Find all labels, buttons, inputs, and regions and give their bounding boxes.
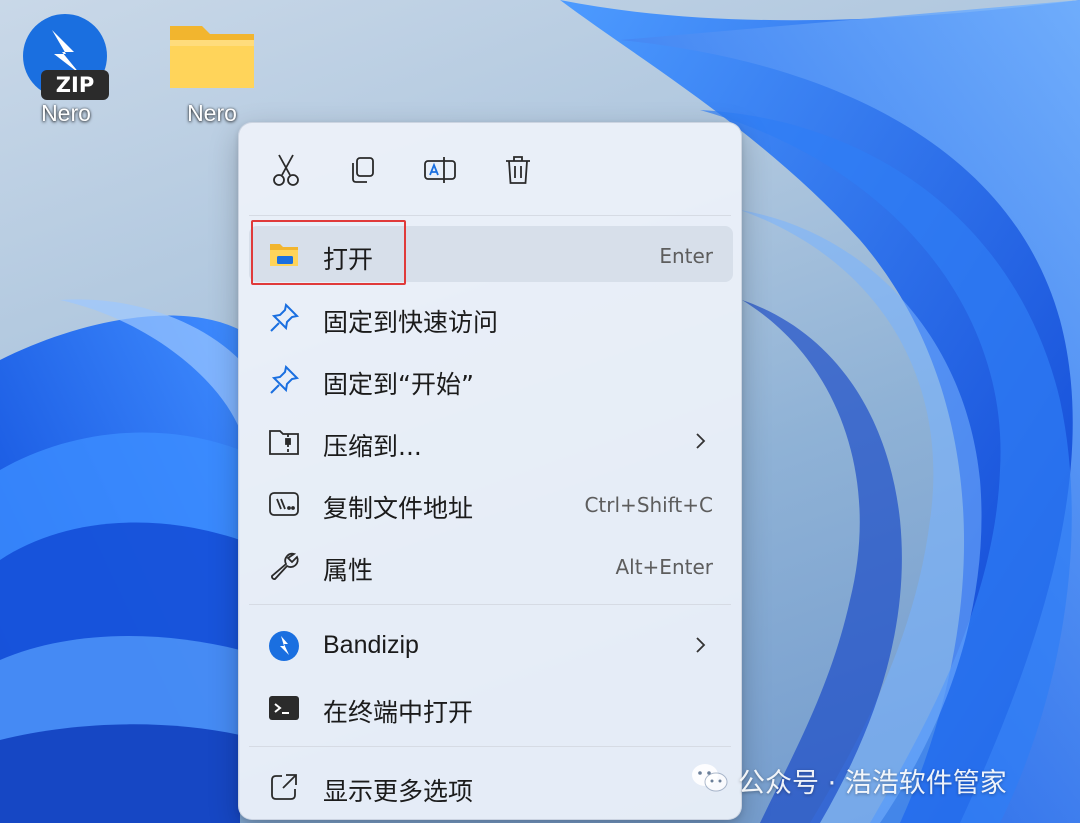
menu-item-label: 固定到快速访问 — [323, 308, 499, 337]
pin-icon — [267, 363, 301, 397]
copy-button[interactable] — [339, 149, 385, 195]
menu-item-pin-quick-access[interactable]: 固定到快速访问 — [249, 289, 733, 345]
desktop-icon-label: Nero — [41, 100, 91, 126]
folder-icon — [162, 12, 262, 98]
pin-icon — [267, 301, 301, 335]
context-menu: 打开 Enter 固定到快速访问 固定到“开始” 压缩到... 复制文件地址 C… — [238, 122, 742, 820]
chevron-right-icon — [693, 635, 707, 655]
menu-item-label: 固定到“开始” — [323, 370, 474, 399]
menu-item-show-more-options[interactable]: 显示更多选项 — [249, 758, 733, 814]
watermark: 公众号 · 浩浩软件管家 — [690, 760, 1007, 800]
folder-open-icon — [267, 238, 301, 272]
copy-icon — [346, 154, 378, 190]
zip-folder-icon — [267, 425, 301, 459]
menu-item-shortcut: Alt+Enter — [615, 555, 713, 579]
chevron-right-icon — [693, 431, 707, 451]
rename-button[interactable] — [417, 149, 463, 195]
wrench-icon — [267, 549, 301, 583]
menu-item-copy-path[interactable]: 复制文件地址 Ctrl+Shift+C — [249, 475, 733, 531]
menu-item-open[interactable]: 打开 Enter — [249, 226, 733, 282]
trash-icon — [503, 154, 533, 190]
menu-divider — [249, 215, 731, 216]
terminal-icon — [267, 691, 301, 725]
menu-item-label: 在终端中打开 — [323, 698, 474, 727]
show-more-icon — [267, 770, 301, 804]
menu-item-label: 打开 — [323, 245, 374, 274]
menu-item-label: 复制文件地址 — [323, 494, 474, 523]
desktop-icon-zip[interactable]: ZIP Nero — [16, 12, 116, 127]
menu-divider — [249, 604, 731, 605]
menu-item-label: 压缩到... — [323, 432, 422, 461]
menu-divider — [249, 746, 731, 747]
watermark-text: 公众号 · 浩浩软件管家 — [738, 767, 1007, 799]
menu-item-shortcut: Enter — [659, 244, 713, 268]
svg-text:ZIP: ZIP — [56, 73, 94, 97]
menu-item-bandizip[interactable]: Bandizip — [249, 617, 733, 673]
wechat-icon — [690, 761, 730, 799]
menu-item-label: 属性 — [323, 556, 374, 585]
context-menu-toolbar — [239, 123, 741, 215]
desktop-icon-folder[interactable]: Nero — [162, 12, 262, 127]
rename-icon — [422, 154, 458, 190]
cut-button[interactable] — [263, 149, 309, 195]
scissors-icon — [270, 153, 302, 191]
bandizip-icon — [267, 629, 301, 663]
copy-path-icon — [267, 487, 301, 521]
menu-item-properties[interactable]: 属性 Alt+Enter — [249, 537, 733, 593]
menu-item-shortcut: Ctrl+Shift+C — [584, 493, 713, 517]
menu-item-open-terminal[interactable]: 在终端中打开 — [249, 679, 733, 735]
delete-button[interactable] — [495, 149, 541, 195]
menu-item-label: Bandizip — [323, 631, 419, 659]
menu-item-compress-to[interactable]: 压缩到... — [249, 413, 733, 469]
menu-item-label: 显示更多选项 — [323, 777, 474, 806]
menu-item-pin-start[interactable]: 固定到“开始” — [249, 351, 733, 407]
bandizip-zip-icon: ZIP — [16, 12, 116, 100]
